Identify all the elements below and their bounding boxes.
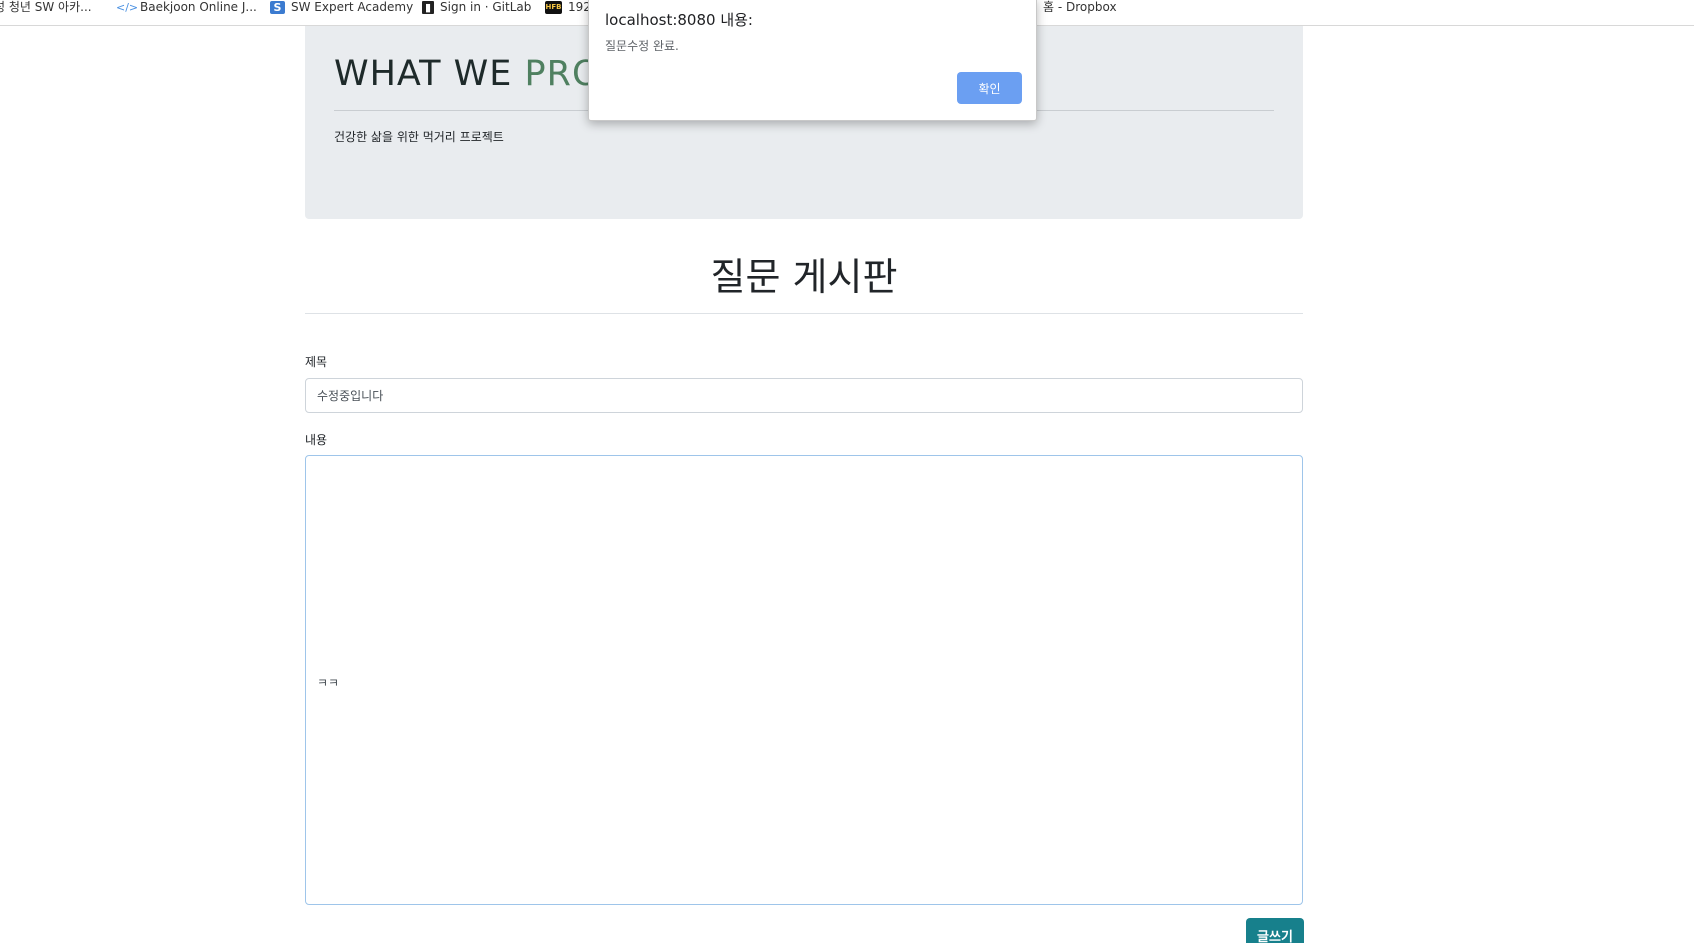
- bookmark-baekjoon[interactable]: </> Baekjoon Online J...: [116, 0, 257, 14]
- bookmark-label: Baekjoon Online J...: [140, 0, 257, 14]
- bookmark-swea[interactable]: S SW Expert Academy: [270, 0, 413, 14]
- alert-dialog: localhost:8080 내용: 질문수정 완료. 확인: [588, 0, 1037, 121]
- bookmark-label: 홈 - Dropbox: [1043, 0, 1117, 14]
- bookmark-gitlab[interactable]: ▮ Sign in · GitLab: [422, 0, 531, 14]
- jumbotron-title: WHAT WE PROV: [334, 54, 625, 94]
- gitlab-icon: ▮: [422, 0, 434, 14]
- page-title: 질문 게시판: [710, 255, 898, 299]
- title-input[interactable]: [305, 378, 1303, 413]
- bookmark-label: Sign in · GitLab: [440, 0, 532, 14]
- title-divider: [305, 313, 1303, 314]
- content-textarea[interactable]: ㅋㅋ: [305, 455, 1303, 905]
- content-label: 내용: [305, 433, 328, 447]
- bookmark-label: 성 청년 SW 아카...: [0, 0, 92, 14]
- content-text: ㅋㅋ: [317, 676, 340, 690]
- bookmark-192[interactable]: HFB 192: [545, 0, 591, 14]
- bookmark-sw-academy[interactable]: 성 청년 SW 아카...: [0, 0, 92, 14]
- dialog-message: 질문수정 완료.: [605, 39, 679, 53]
- swea-icon: S: [270, 0, 285, 14]
- bookmark-label: SW Expert Academy: [291, 0, 414, 14]
- jumbotron-title-main: WHAT WE: [334, 54, 525, 94]
- hfb-icon: HFB: [545, 0, 562, 14]
- write-button[interactable]: 글쓰기: [1246, 918, 1304, 943]
- bookmark-dropbox[interactable]: 홈 - Dropbox: [1043, 0, 1117, 14]
- title-label: 제목: [305, 355, 328, 369]
- code-icon: </>: [116, 0, 139, 14]
- jumbotron-lead: 건강한 삶을 위한 먹거리 프로젝트: [334, 130, 504, 144]
- dialog-title: localhost:8080 내용:: [605, 11, 753, 29]
- ok-button[interactable]: 확인: [957, 72, 1022, 104]
